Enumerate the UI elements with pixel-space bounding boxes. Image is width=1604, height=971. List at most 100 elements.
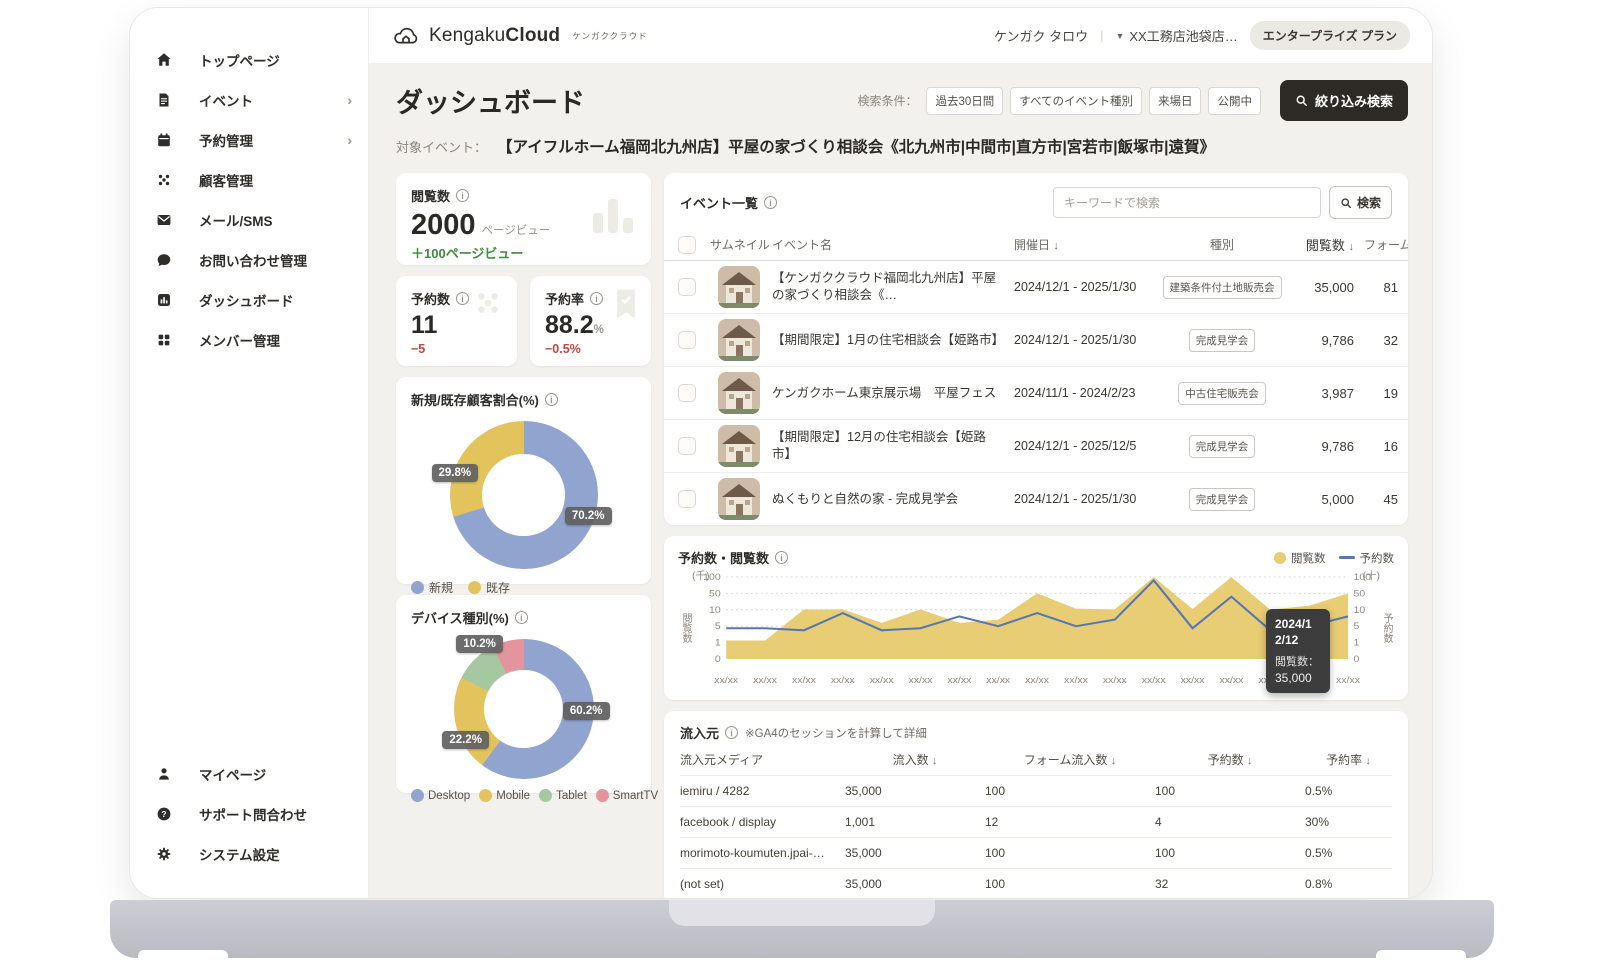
sidebar-item-inquiries[interactable]: お問い合わせ管理 <box>130 240 368 280</box>
select-all-checkbox[interactable] <box>678 236 696 254</box>
keyword-search-input[interactable] <box>1053 187 1321 218</box>
row-checkbox[interactable] <box>678 490 696 508</box>
rate-delta: −0.5% <box>545 342 636 356</box>
event-views: 35,000 <box>1288 280 1364 295</box>
svg-text:?: ? <box>161 809 166 819</box>
svg-text:0: 0 <box>715 654 721 664</box>
search-conditions: 検索条件： 過去30日間 すべてのイベント種別 来場日 公開中 絞り込み検索 <box>857 80 1408 121</box>
laptop-foot <box>138 950 228 960</box>
col-date[interactable]: 開催日 ↓ <box>1014 236 1156 253</box>
filter-label: 検索条件： <box>857 92 917 109</box>
filter-chip-visit-date[interactable]: 来場日 <box>1149 87 1202 115</box>
svg-text:xx/xx: xx/xx <box>714 675 738 685</box>
source-rate: 0.8% <box>1305 877 1392 891</box>
sidebar-item-label: サポート問合わせ <box>199 804 307 824</box>
views-value: 2000 <box>411 209 476 242</box>
source-reservations: 32 <box>1155 877 1305 891</box>
sidebar-item-label: お問い合わせ管理 <box>199 250 307 270</box>
sources-note: ※GA4のセッションを計算して詳細 <box>745 725 927 741</box>
col-reservations[interactable]: 予約数 ↓ <box>1155 751 1305 768</box>
source-media: morimoto-koumuten.jpai-… <box>680 846 845 860</box>
sidebar-item-events[interactable]: イベント › <box>130 80 368 120</box>
event-name[interactable]: 【期間限定】12月の住宅相談会【姫路市】 <box>772 429 1014 463</box>
info-icon[interactable] <box>515 611 528 624</box>
svg-text:xx/xx: xx/xx <box>831 675 855 685</box>
info-icon[interactable] <box>764 196 777 209</box>
sidebar-item-members[interactable]: メンバー管理 <box>130 320 368 360</box>
info-icon[interactable] <box>456 189 469 202</box>
info-icon[interactable] <box>725 726 738 739</box>
topbar-right: ケンガク タロウ | ▼ XX工務店池袋店… エンタープライズ プラン <box>994 21 1410 50</box>
row-checkbox[interactable] <box>678 331 696 349</box>
legend-label: 予約数 <box>1360 550 1395 566</box>
legend-dot-views <box>1274 552 1286 564</box>
event-name[interactable]: 【期間限定】1月の住宅相談会【姫路市】 <box>772 332 1014 349</box>
event-row: ぬくもりと自然の家 - 完成見学会 2024/12/1 - 2025/1/30 … <box>664 473 1408 525</box>
event-name[interactable]: 【ケンガククラウド福岡北九州店】平屋の家づくり相談会《… <box>772 270 1014 304</box>
sidebar-item-my-page[interactable]: マイページ <box>130 754 368 794</box>
source-reservations: 4 <box>1155 815 1305 829</box>
chevron-right-icon: › <box>347 92 352 108</box>
svg-text:xx/xx: xx/xx <box>1025 675 1049 685</box>
event-row: 【期間限定】12月の住宅相談会【姫路市】 2024/12/1 - 2025/12… <box>664 420 1408 473</box>
page-title: ダッシュボード <box>396 81 585 120</box>
sidebar-item-support[interactable]: ? サポート問合わせ <box>130 794 368 834</box>
legend-dot-existing <box>468 581 481 594</box>
row-checkbox[interactable] <box>678 437 696 455</box>
user-name: ケンガク タロウ <box>994 26 1088 45</box>
views-unit: ページビュー <box>482 222 551 238</box>
device-type-legend: Desktop Mobile Tablet SmartTV <box>411 789 636 802</box>
filter-chip-period[interactable]: 過去30日間 <box>926 87 1003 115</box>
source-rate: 0.5% <box>1305 846 1392 860</box>
sidebar-item-label: イベント <box>199 90 253 110</box>
row-checkbox[interactable] <box>678 384 696 402</box>
sidebar-item-customers[interactable]: 顧客管理 <box>130 160 368 200</box>
legend-dot-desktop <box>411 789 424 802</box>
sidebar-item-top-page[interactable]: トップページ <box>130 40 368 80</box>
event-type-badge: 完成見学会 <box>1189 488 1256 511</box>
svg-text:xx/xx: xx/xx <box>1064 675 1088 685</box>
donut-label-mobile: 22.2% <box>442 731 489 749</box>
sidebar-item-settings[interactable]: システム設定 <box>130 834 368 874</box>
event-type-badge: 建築条件付土地販売会 <box>1163 276 1282 299</box>
sort-down-icon: ↓ <box>1053 240 1059 252</box>
event-forms: 16 <box>1364 439 1408 454</box>
laptop-mockup: トップページ イベント › 予約管理 › 顧客管理 メール/SMS <box>0 0 1604 971</box>
calendar-icon <box>156 132 172 148</box>
svg-text:10: 10 <box>1354 605 1366 615</box>
store-selector[interactable]: ▼ XX工務店池袋店… <box>1115 26 1237 45</box>
filter-chip-event-type[interactable]: すべてのイベント種別 <box>1010 87 1142 115</box>
refine-search-button[interactable]: 絞り込み検索 <box>1280 80 1408 121</box>
col-form-sessions[interactable]: フォーム流入数 ↓ <box>985 751 1155 768</box>
info-icon[interactable] <box>590 292 603 305</box>
col-rate[interactable]: 予約率 ↓ <box>1305 751 1392 768</box>
event-forms: 19 <box>1364 386 1408 401</box>
tables-column: イベント一覧 検索 サムネイル イベント名 <box>664 173 1408 898</box>
event-name[interactable]: ケンガクホーム東京展示場 平屋フェス <box>772 385 1014 402</box>
views-stat-title: 閲覧数 <box>411 186 450 205</box>
event-search-button[interactable]: 検索 <box>1329 186 1392 219</box>
svg-text:xx/xx: xx/xx <box>1219 675 1243 685</box>
svg-text:0: 0 <box>1354 654 1360 664</box>
info-icon[interactable] <box>456 292 469 305</box>
info-icon[interactable] <box>775 551 788 564</box>
row-checkbox[interactable] <box>678 278 696 296</box>
svg-text:xx/xx: xx/xx <box>1181 675 1205 685</box>
traffic-sources-card: 流入元 ※GA4のセッションを計算して詳細 流入元メディア 流入数 ↓ フォーム… <box>664 711 1408 898</box>
sidebar-item-dashboard[interactable]: ダッシュボード <box>130 280 368 320</box>
legend-line-reservations <box>1339 556 1355 559</box>
col-views[interactable]: 閲覧数 ↓ <box>1288 235 1364 254</box>
sort-down-icon: ↓ <box>1111 755 1117 767</box>
info-icon[interactable] <box>545 393 558 406</box>
sidebar-item-reservations[interactable]: 予約管理 › <box>130 120 368 160</box>
event-thumbnail <box>718 319 760 361</box>
legend-label: 新規 <box>429 579 453 596</box>
col-sessions[interactable]: 流入数 ↓ <box>845 751 985 768</box>
event-name[interactable]: ぬくもりと自然の家 - 完成見学会 <box>772 491 1014 508</box>
filter-chip-public[interactable]: 公開中 <box>1208 87 1261 115</box>
source-rate: 0.5% <box>1305 784 1392 798</box>
sidebar-item-mail-sms[interactable]: メール/SMS <box>130 200 368 240</box>
chat-bubble-icon <box>156 252 172 268</box>
laptop-base-notch <box>669 900 935 926</box>
sidebar-item-label: メンバー管理 <box>199 330 280 350</box>
